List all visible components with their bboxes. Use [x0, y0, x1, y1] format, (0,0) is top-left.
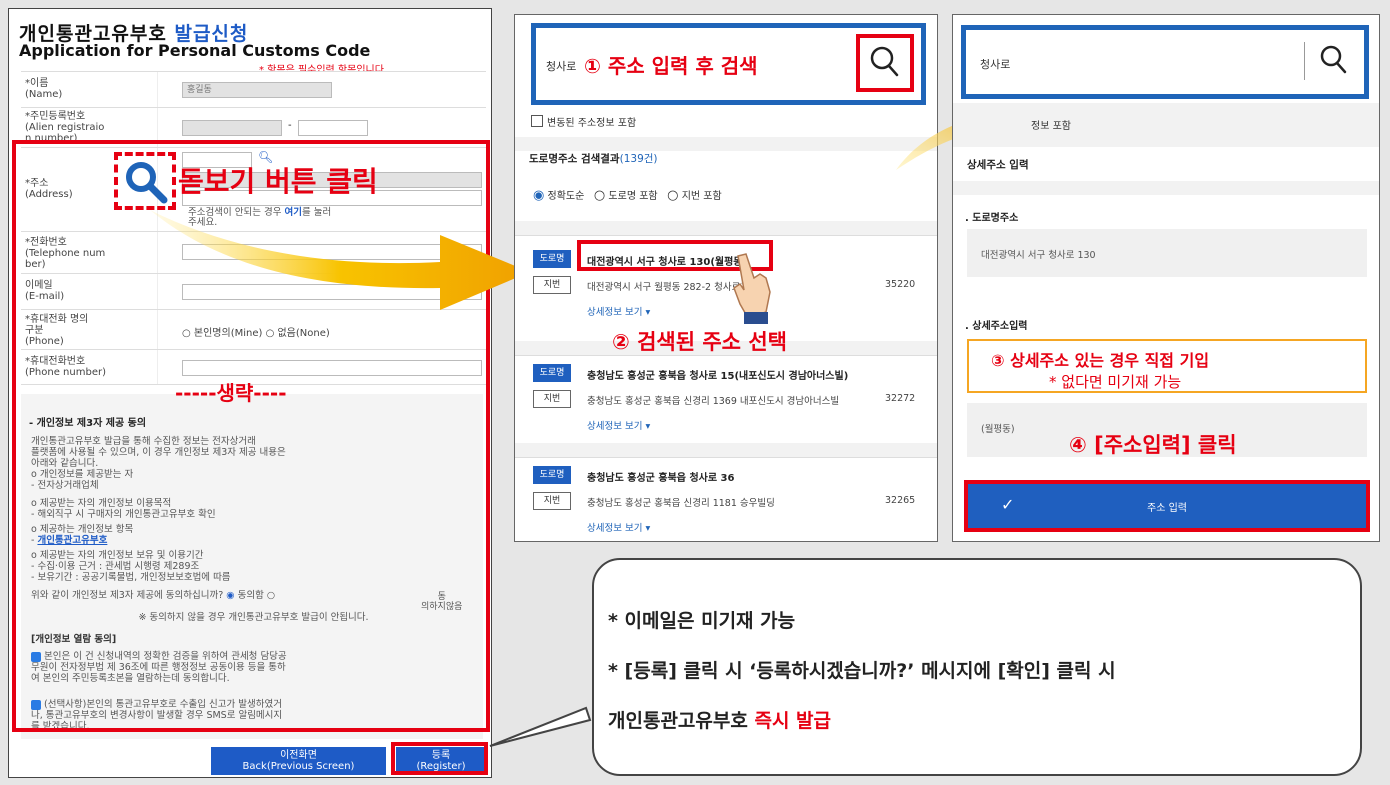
road-address-value: 대전광역시 서구 청사로 130 [981, 250, 1096, 261]
lot-tag: 지번 [533, 276, 571, 294]
search-icon[interactable] [1312, 38, 1356, 82]
include-changed-checkbox[interactable] [531, 115, 543, 127]
option-bar: 정보 포함 [953, 103, 1379, 147]
search-input[interactable]: 청사로 [546, 58, 576, 74]
list-item[interactable]: 도로명 충청남도 홍성군 홍북읍 청사로 36 지번 충청남도 홍성군 홍북읍 … [515, 457, 937, 541]
lot-tag: 지번 [533, 492, 571, 510]
detail-address-panel: 청사로 정보 포함 상세주소 입력 . 도로명주소 대전광역시 서구 청사로 1… [952, 14, 1380, 542]
id-back-field[interactable] [298, 120, 368, 136]
include-changed-label: 변동된 주소정보 포함 [547, 118, 637, 129]
name-cell: 홍길동 [157, 72, 486, 107]
detail-heading: 상세주소 입력 [967, 159, 1029, 171]
sort-options: ◉ 정확도순 ○ 도로명 포함 ○ 지번 포함 [533, 187, 722, 203]
radio-selected-icon[interactable]: ◉ [533, 188, 544, 203]
zipcode: 32272 [885, 393, 916, 404]
callout-click-submit: ④ [주소입력] 클릭 [1069, 433, 1237, 457]
divider [953, 181, 1379, 195]
callout-omitted: -----생략---- [175, 381, 287, 405]
name-row: *이름 (Name) 홍길동 [21, 71, 486, 107]
road-address-field: 대전광역시 서구 청사로 130 [967, 229, 1367, 277]
divider [515, 443, 937, 457]
road-tag: 도로명 [533, 466, 571, 484]
search-input[interactable]: 청사로 [980, 56, 1010, 72]
note-email: * 이메일은 미기재 가능 [608, 610, 796, 632]
extra-address-value: (월평동) [981, 424, 1015, 435]
search-box: 청사로 [961, 25, 1369, 99]
id-front-field[interactable] [182, 120, 282, 136]
name-field[interactable]: 홍길동 [182, 82, 332, 98]
sort-lot[interactable]: 지번 포함 [682, 191, 722, 202]
note-register: * [등록] 클릭 시 ‘등록하시겠습니까?’ 메시지에 [확인] 클릭 시 [608, 660, 1116, 682]
road-tag: 도로명 [533, 364, 571, 382]
callout-pointer [489, 706, 592, 747]
callout-detail-2: * 없다면 미기재 가능 [1049, 373, 1182, 391]
detail-link[interactable]: 상세정보 보기 ▾ [587, 520, 650, 534]
lot-address: 충청남도 홍성군 홍북읍 신경리 1369 내포신도시 경남아너스빌 [587, 396, 840, 407]
arrow-to-search-icon [150, 210, 530, 310]
sort-accuracy[interactable]: 정확도순 [548, 191, 585, 202]
note-box: * 이메일은 미기재 가능 * [등록] 클릭 시 ‘등록하시겠습니까?’ 메시… [592, 558, 1362, 776]
road-address-label: . 도로명주소 [965, 213, 1019, 224]
highlight-register-button [391, 742, 488, 775]
road-tag: 도로명 [533, 250, 571, 268]
divider [515, 137, 937, 151]
callout-select: ② 검색된 주소 선택 [612, 330, 787, 354]
id-dash: - [288, 120, 292, 131]
radio-icon[interactable]: ○ [594, 188, 605, 203]
search-icon [870, 46, 899, 77]
zipcode: 32265 [885, 495, 916, 506]
detail-address-field[interactable]: ③ 상세주소 있는 경우 직접 기입 * 없다면 미기재 가능 [967, 339, 1367, 393]
road-address[interactable]: 충청남도 홍성군 홍북읍 청사로 36 [587, 469, 734, 484]
include-changed-label: 정보 포함 [1031, 121, 1071, 132]
road-address[interactable]: 충청남도 홍성군 홍북읍 청사로 15(내포신도시 경남아너스빌) [587, 367, 848, 382]
search-button[interactable] [856, 34, 914, 92]
callout-detail-1: ③ 상세주소 있는 경우 직접 기입 [991, 351, 1210, 370]
search-box: 청사로 ① 주소 입력 후 검색 [531, 23, 926, 105]
divider [515, 221, 937, 235]
result-title: 도로명주소 검색결과(139건) [529, 153, 658, 165]
zipcode: 35220 [885, 279, 916, 290]
radio-icon[interactable]: ○ [667, 188, 678, 203]
note-issue: 개인통관고유부호 즉시 발급 [608, 710, 832, 732]
detail-link[interactable]: 상세정보 보기 ▾ [587, 418, 650, 432]
detail-link[interactable]: 상세정보 보기 ▾ [587, 304, 650, 318]
detail-address-label: . 상세주소입력 [965, 321, 1028, 332]
name-label: *이름 (Name) [25, 78, 63, 100]
sort-road[interactable]: 도로명 포함 [608, 191, 657, 202]
search-divider [1304, 42, 1305, 80]
lot-address: 충청남도 홍성군 홍북읍 신경리 1181 승우빌딩 [587, 498, 775, 509]
address-search-panel: 청사로 ① 주소 입력 후 검색 변동된 주소정보 포함 도로명주소 검색결과(… [514, 14, 938, 542]
back-button[interactable]: 이전화면 Back(Previous Screen) [211, 747, 386, 775]
form-title-english: Application for Personal Customs Code [19, 41, 371, 60]
hand-pointer-icon [733, 253, 771, 324]
highlight-submit-button [964, 480, 1370, 532]
callout-search: ① 주소 입력 후 검색 [584, 54, 758, 78]
lot-tag: 지번 [533, 390, 571, 408]
